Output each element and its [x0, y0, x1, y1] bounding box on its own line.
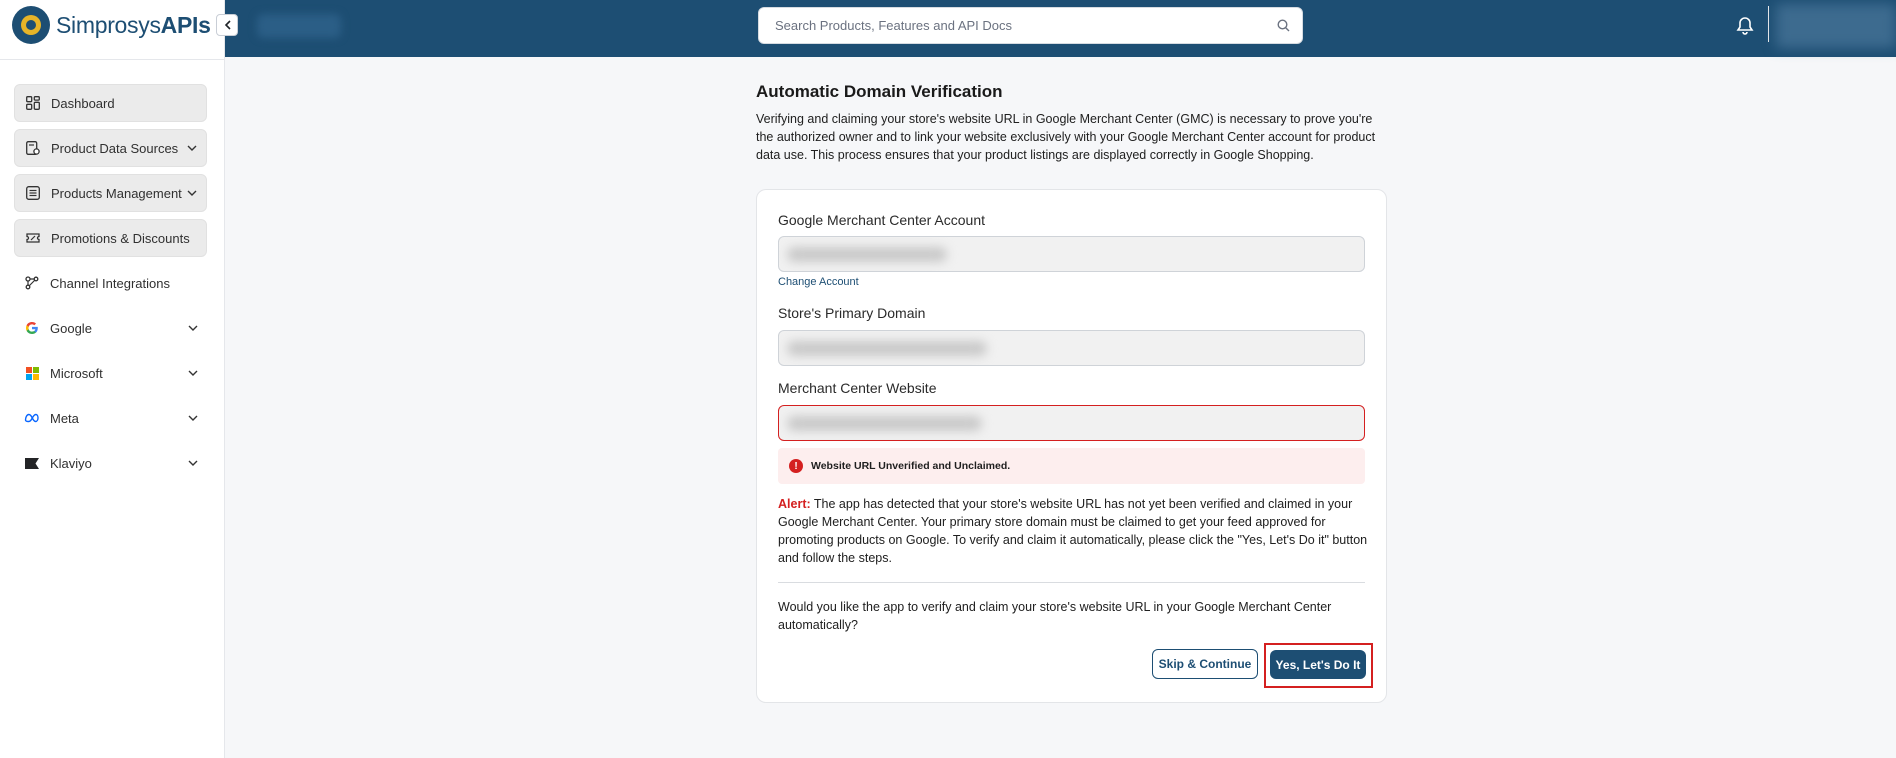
sidebar-nav: Dashboard Product Data Sources Products …: [14, 84, 207, 489]
verification-card: Google Merchant Center Account Change Ac…: [756, 189, 1387, 703]
search-bar[interactable]: [758, 7, 1303, 44]
dashboard-icon: [25, 95, 41, 111]
sidebar-item-channel-integrations[interactable]: Channel Integrations: [14, 264, 207, 302]
card-divider: [778, 582, 1365, 583]
top-header: [225, 0, 1896, 57]
sidebar-item-label: Channel Integrations: [50, 275, 170, 291]
sidebar-divider: [0, 59, 225, 60]
sidebar-collapse-button[interactable]: [216, 14, 238, 36]
sidebar-item-label: Products Management: [51, 185, 182, 201]
redacted-value: [787, 247, 947, 262]
redacted-value: [787, 341, 987, 356]
sidebar-item-label: Dashboard: [51, 95, 115, 111]
google-icon: [24, 320, 40, 336]
chevron-down-icon: [187, 367, 199, 379]
alert-text: Alert: The app has detected that your st…: [778, 495, 1368, 567]
sidebar-item-label: Meta: [50, 410, 79, 426]
sidebar-item-label: Promotions & Discounts: [51, 230, 190, 246]
header-separator: [1768, 6, 1769, 42]
chevron-left-icon: [224, 20, 231, 30]
integrations-icon: [24, 275, 40, 291]
alert-body: The app has detected that your store's w…: [778, 497, 1368, 565]
sidebar-item-microsoft[interactable]: Microsoft: [14, 354, 207, 392]
sidebar-item-label: Google: [50, 320, 92, 336]
redacted-value: [787, 416, 982, 431]
sidebar-item-dashboard[interactable]: Dashboard: [14, 84, 207, 122]
main-content: Automatic Domain Verification Verifying …: [756, 82, 1388, 164]
logo-gear-icon: [12, 6, 50, 44]
page-description: Verifying and claiming your store's webs…: [756, 112, 1376, 162]
store-selector[interactable]: [257, 14, 341, 38]
data-sources-icon: [25, 140, 41, 156]
change-account-link[interactable]: Change Account: [778, 276, 859, 288]
yes-lets-do-it-button[interactable]: Yes, Let's Do It: [1270, 650, 1366, 679]
primary-domain-field: [778, 330, 1365, 366]
chevron-down-icon: [187, 322, 199, 334]
search-input[interactable]: [775, 18, 1277, 33]
sidebar-item-klaviyo[interactable]: Klaviyo: [14, 444, 207, 482]
skip-continue-button[interactable]: Skip & Continue: [1152, 649, 1258, 679]
gmc-account-label: Google Merchant Center Account: [778, 212, 986, 228]
sidebar-item-meta[interactable]: Meta: [14, 399, 207, 437]
page-title: Automatic Domain Verification: [756, 82, 1003, 101]
sidebar-item-product-data-sources[interactable]: Product Data Sources: [14, 129, 207, 167]
brand-logo[interactable]: SimprosysAPIs: [12, 6, 211, 44]
gmc-account-field: [778, 236, 1365, 272]
user-menu[interactable]: [1776, 4, 1896, 48]
ticket-icon: [25, 230, 41, 246]
sidebar-item-products-management[interactable]: Products Management: [14, 174, 207, 212]
alert-label: Alert:: [778, 497, 811, 511]
sidebar-item-label: Klaviyo: [50, 455, 92, 471]
chevron-down-icon: [187, 412, 199, 424]
confirmation-question: Would you like the app to verify and cla…: [778, 600, 1332, 632]
notifications-bell-icon[interactable]: [1734, 15, 1756, 37]
brand-name: SimprosysAPIs: [56, 11, 211, 38]
chevron-down-icon: [187, 457, 199, 469]
sidebar-item-label: Product Data Sources: [51, 140, 179, 156]
merchant-website-field: [778, 405, 1365, 441]
chevron-down-icon: [186, 187, 198, 199]
error-banner: ! Website URL Unverified and Unclaimed.: [778, 448, 1365, 484]
meta-icon: [24, 410, 40, 426]
list-icon: [25, 185, 41, 201]
sidebar-item-promotions-discounts[interactable]: Promotions & Discounts: [14, 219, 207, 257]
primary-domain-label: Store's Primary Domain: [778, 305, 926, 321]
search-icon[interactable]: [1277, 19, 1290, 32]
sidebar-item-label: Microsoft: [50, 365, 103, 381]
chevron-down-icon: [186, 142, 198, 154]
sidebar: SimprosysAPIs Dashboard Product Data Sou…: [0, 0, 225, 758]
klaviyo-icon: [24, 455, 40, 471]
microsoft-icon: [24, 365, 40, 381]
error-icon: !: [789, 459, 803, 473]
error-message: Website URL Unverified and Unclaimed.: [811, 460, 1011, 472]
merchant-website-label: Merchant Center Website: [778, 380, 937, 396]
sidebar-item-google[interactable]: Google: [14, 309, 207, 347]
